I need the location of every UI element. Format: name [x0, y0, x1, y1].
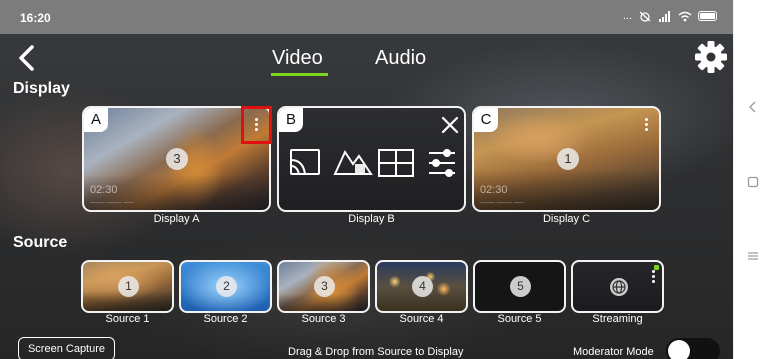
image-mode-icon: [333, 149, 373, 175]
display-letter: A: [84, 108, 108, 132]
display-c-menu-icon[interactable]: [641, 116, 651, 134]
source-card-1[interactable]: 1: [81, 260, 174, 313]
moderator-mode-toggle[interactable]: [666, 338, 720, 359]
display-date: ─── ─── ──: [90, 200, 134, 207]
display-section-title: Display: [13, 80, 70, 97]
tab-audio[interactable]: Audio: [375, 47, 426, 70]
source-badge: 2: [216, 276, 237, 297]
source-card-streaming[interactable]: [571, 260, 664, 313]
display-letter: B: [279, 108, 303, 132]
live-indicator: [654, 265, 659, 270]
alarm-off-icon: [639, 11, 651, 22]
nav-back-icon[interactable]: [747, 101, 759, 113]
display-b-controls: [290, 149, 455, 177]
source-label-4: Source 4: [399, 313, 444, 325]
cast-icon: [290, 149, 320, 175]
source-label-1: Source 1: [105, 313, 150, 325]
source-label-streaming: Streaming: [592, 313, 643, 325]
display-label-a: Display A: [153, 213, 200, 225]
source-label-3: Source 3: [301, 313, 346, 325]
status-bar: 16:20 ...: [0, 0, 733, 34]
source-card-5[interactable]: 5: [473, 260, 566, 313]
source-section-title: Source: [13, 234, 68, 251]
source-badge: 5: [510, 276, 531, 297]
display-letter: C: [474, 108, 498, 132]
app-screen: 16:20 ... Video Audio Display A 3 02:30 …: [0, 0, 733, 359]
status-time: 16:20: [20, 11, 51, 25]
display-label-b: Display B: [348, 213, 395, 225]
display-time: 02:30: [480, 184, 508, 196]
display-card-c[interactable]: C 1 02:30 ─── ─── ──: [472, 106, 661, 212]
drag-drop-hint: Drag & Drop from Source to Display: [288, 346, 464, 358]
display-time: 02:30: [90, 184, 118, 196]
display-card-b[interactable]: B: [277, 106, 466, 212]
active-tab-indicator: [271, 73, 328, 76]
sliders-icon: [429, 149, 455, 177]
wifi-icon: [678, 11, 692, 21]
source-label-2: Source 2: [203, 313, 248, 325]
source-card-3[interactable]: 3: [277, 260, 370, 313]
status-icons: ...: [623, 10, 717, 22]
display-date: ─── ─── ──: [480, 200, 524, 207]
close-icon[interactable]: [441, 116, 459, 134]
source-card-4[interactable]: 4: [375, 260, 468, 313]
status-more-dots: ...: [622, 10, 632, 22]
screen-capture-button[interactable]: Screen Capture: [18, 337, 115, 359]
display-card-a[interactable]: A 3 02:30 ─── ─── ──: [82, 106, 271, 212]
tab-video[interactable]: Video: [272, 47, 323, 70]
battery-icon: [698, 11, 717, 21]
display-a-menu-icon[interactable]: [251, 116, 261, 134]
source-label-5: Source 5: [497, 313, 542, 325]
nav-menu-icon[interactable]: [747, 250, 759, 262]
system-nav-bar: [733, 0, 771, 359]
moderator-mode-label: Moderator Mode: [573, 346, 654, 358]
display-source-badge: 1: [557, 148, 579, 170]
back-arrow-icon[interactable]: [14, 43, 38, 73]
display-label-c: Display C: [542, 213, 591, 225]
source-badge: 3: [314, 276, 335, 297]
source-card-2[interactable]: 2: [179, 260, 272, 313]
streaming-menu-icon[interactable]: [648, 268, 658, 286]
gear-icon[interactable]: [694, 40, 728, 74]
toggle-knob: [668, 340, 690, 359]
display-source-badge: 3: [166, 148, 188, 170]
globe-icon: [610, 278, 628, 296]
nav-home-icon[interactable]: [747, 176, 759, 188]
signal-icon: [659, 10, 670, 22]
source-badge: 1: [118, 276, 139, 297]
split-layout-icon: [378, 149, 414, 177]
source-badge: 4: [412, 276, 433, 297]
